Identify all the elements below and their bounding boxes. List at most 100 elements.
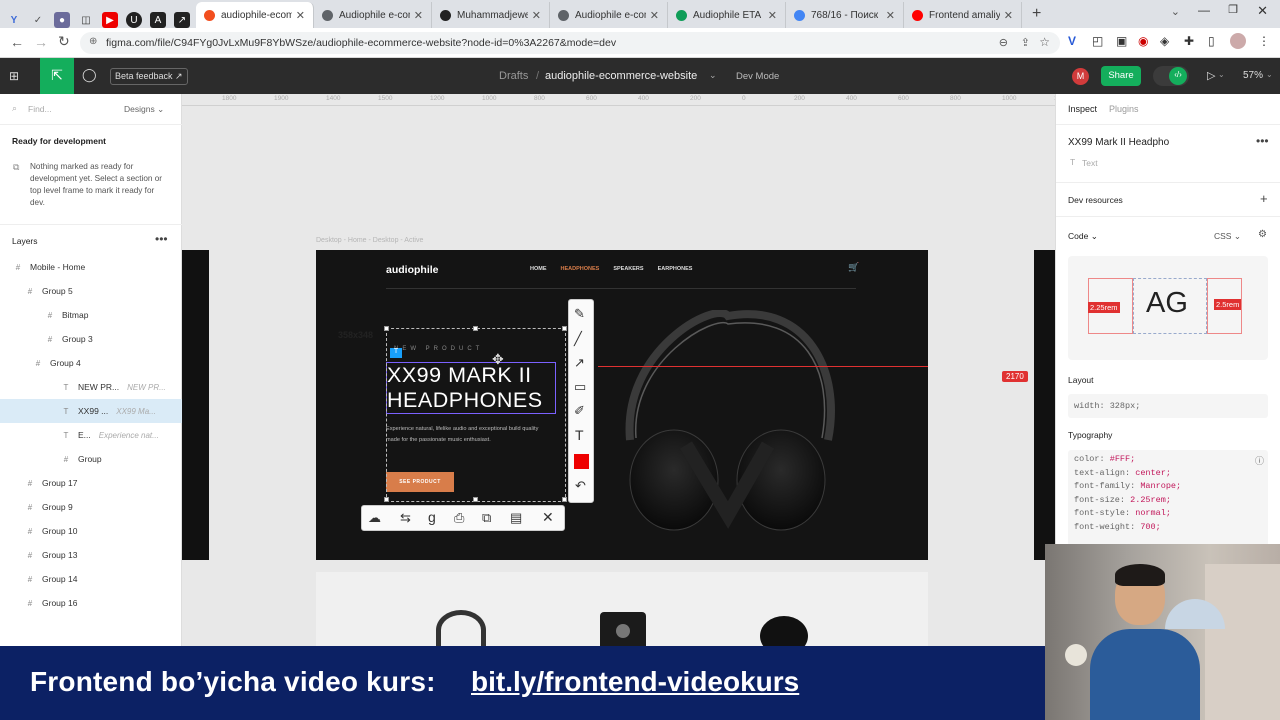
adjacent-frame-left[interactable] [182, 250, 209, 560]
rectangle-tool-icon[interactable]: ▭ [574, 379, 586, 395]
restore-icon[interactable]: ❐ [1228, 3, 1238, 16]
new-tab-icon[interactable]: + [1032, 5, 1041, 23]
tab-inspect[interactable]: Inspect [1068, 104, 1097, 114]
layer-row[interactable]: T NEW PR... NEW PR... [0, 375, 182, 399]
site-nav-item[interactable]: EARPHONES [658, 266, 693, 272]
layers-more-icon[interactable]: ••• [155, 232, 168, 246]
code-settings-icon[interactable]: ⚙ [1258, 229, 1267, 240]
minimize-icon[interactable]: — [1198, 3, 1210, 17]
tab-close-icon[interactable]: ✕ [768, 9, 777, 22]
pen-tool-icon[interactable]: ✎ [574, 306, 585, 322]
layer-row[interactable]: # Group 14 [0, 567, 182, 591]
forward-icon[interactable]: → [34, 34, 48, 50]
extension-icon[interactable]: ▣ [1116, 34, 1127, 48]
reload-icon[interactable]: ↻ [58, 33, 70, 50]
browser-tab[interactable]: Frontend amaliy ✕ [904, 2, 1022, 28]
share-page-icon[interactable]: ⇪ [1021, 36, 1030, 49]
site-nav-item[interactable]: HOME [530, 266, 547, 272]
print-icon[interactable]: ⎙ [454, 510, 464, 526]
site-info-icon[interactable]: ⊕ [89, 36, 97, 47]
add-resource-icon[interactable]: + [1260, 191, 1268, 206]
back-icon[interactable]: ← [10, 34, 24, 50]
extension-icon[interactable]: ◰ [1092, 34, 1103, 48]
tab-close-icon[interactable]: ✕ [296, 9, 305, 22]
pinned-tab-icon[interactable]: ● [54, 12, 70, 28]
frame-label[interactable]: Desktop - Home - Desktop - Active [316, 237, 423, 244]
highlighter-tool-icon[interactable]: ✐ [574, 403, 585, 419]
line-tool-icon[interactable]: ╱ [574, 331, 582, 347]
layout-code-box[interactable]: width: 328px; [1068, 394, 1268, 418]
layer-row[interactable]: # Mobile - Home [0, 255, 182, 279]
figma-menu-icon[interactable]: ⊞ [9, 69, 19, 83]
layer-row[interactable]: # Group 16 [0, 591, 182, 615]
dev-mode-toggle[interactable]: ‹/› [1153, 66, 1189, 86]
tab-close-icon[interactable]: ✕ [414, 9, 423, 22]
upload-cloud-icon[interactable]: ☁ [368, 510, 381, 526]
user-avatar[interactable]: M [1072, 68, 1089, 85]
canvas[interactable]: 1800 1900 1400 1500 1200 1000 800 600 400 200 0 200… [182, 94, 1055, 646]
browser-tab[interactable]: audiophile-ecomm ✕ [196, 2, 314, 28]
layer-row[interactable]: # Bitmap [0, 303, 182, 327]
pinned-tab-icon[interactable]: ◫ [78, 12, 94, 28]
install-icon[interactable]: ⊖ [999, 36, 1008, 49]
pinned-tab-icon[interactable]: ↗ [174, 12, 190, 28]
close-toolbar-icon[interactable]: ✕ [542, 509, 554, 526]
pinned-tab-icon[interactable]: A [150, 12, 166, 28]
selection-bounding-box[interactable] [384, 326, 567, 502]
file-menu-chevron-icon[interactable]: ⌄ [709, 70, 717, 81]
zoom-level[interactable]: 57% [1243, 70, 1263, 81]
arrow-tool-icon[interactable]: ↗ [574, 355, 585, 371]
browser-menu-icon[interactable]: ⋮ [1258, 34, 1270, 48]
pinned-tab-icon[interactable]: U [126, 12, 142, 28]
share-icon[interactable]: ⇆ [400, 510, 411, 526]
zoom-chevron-icon[interactable]: ⌄ [1266, 70, 1273, 79]
window-close-icon[interactable]: ✕ [1257, 3, 1268, 19]
move-tool-icon[interactable]: ⇱ [40, 58, 74, 94]
layer-row[interactable]: # Group 3 [0, 327, 182, 351]
layer-row[interactable]: # Group 5 [0, 279, 182, 303]
copy-icon[interactable]: ⧉ [482, 510, 491, 526]
comment-tool-icon[interactable]: ◯ [82, 67, 97, 83]
code-language-dropdown[interactable]: CSS ⌄ [1214, 231, 1241, 242]
typography-code-box[interactable]: color: #FFF; text-align: center; font-fami… [1068, 450, 1268, 546]
info-icon[interactable]: ⓘ [1255, 454, 1264, 467]
file-name[interactable]: audiophile-ecommerce-website [545, 70, 697, 82]
undo-icon[interactable]: ↶ [575, 478, 586, 494]
tab-search-icon[interactable]: ⌄ [1171, 5, 1180, 18]
extensions-puzzle-icon[interactable]: ✚ [1184, 34, 1194, 48]
text-tool-icon[interactable]: T [575, 427, 584, 443]
present-chevron-icon[interactable]: ⌄ [1218, 70, 1225, 79]
layer-row[interactable]: T XX99 ... XX99 Ma... [0, 399, 182, 423]
extension-icon[interactable]: V [1068, 34, 1076, 48]
banner-link[interactable]: bit.ly/frontend-videokurs [471, 666, 799, 698]
browser-tab[interactable]: Muhammadjewel ✕ [432, 2, 550, 28]
layer-row[interactable]: # Group 10 [0, 519, 182, 543]
color-swatch[interactable] [574, 454, 589, 469]
layer-row[interactable]: # Group 4 [0, 351, 182, 375]
side-panel-icon[interactable]: ▯ [1208, 34, 1215, 48]
layer-row[interactable]: # Group 13 [0, 543, 182, 567]
site-nav-item[interactable]: HEADPHONES [561, 266, 600, 272]
pinned-tab-icon[interactable]: Y [6, 12, 22, 28]
youtube-tab-icon[interactable]: ▶ [102, 12, 118, 28]
layer-row[interactable]: # Group 17 [0, 471, 182, 495]
code-section-title[interactable]: Code ⌄ [1068, 231, 1098, 242]
share-button[interactable]: Share [1101, 66, 1141, 86]
pages-dropdown[interactable]: Designs ⌄ [124, 104, 164, 115]
browser-tab[interactable]: Audiophile e-com ✕ [314, 2, 432, 28]
layer-row[interactable]: # Group 9 [0, 495, 182, 519]
url-bar[interactable]: ⊕ figma.com/file/C94FYg0JvLxMu9F8YbWSze/… [80, 32, 1060, 54]
save-icon[interactable]: ▤ [510, 510, 522, 526]
pinned-tab-icon[interactable]: ✓ [30, 12, 46, 28]
breadcrumb-root[interactable]: Drafts [499, 70, 528, 82]
layer-row[interactable]: # Group [0, 447, 182, 471]
layer-search-input[interactable]: Find... [28, 104, 52, 114]
beta-feedback-button[interactable]: Beta feedback ↗ [110, 68, 188, 85]
browser-tab[interactable]: Audiophile e-com ✕ [550, 2, 668, 28]
tab-close-icon[interactable]: ✕ [1004, 9, 1013, 22]
browser-tab[interactable]: 768/16 - Поиск ✕ [786, 2, 904, 28]
extension-icon[interactable]: ◈ [1160, 34, 1169, 48]
tab-close-icon[interactable]: ✕ [532, 9, 541, 22]
adjacent-frame-right[interactable] [1034, 250, 1055, 560]
tab-plugins[interactable]: Plugins [1109, 104, 1139, 114]
